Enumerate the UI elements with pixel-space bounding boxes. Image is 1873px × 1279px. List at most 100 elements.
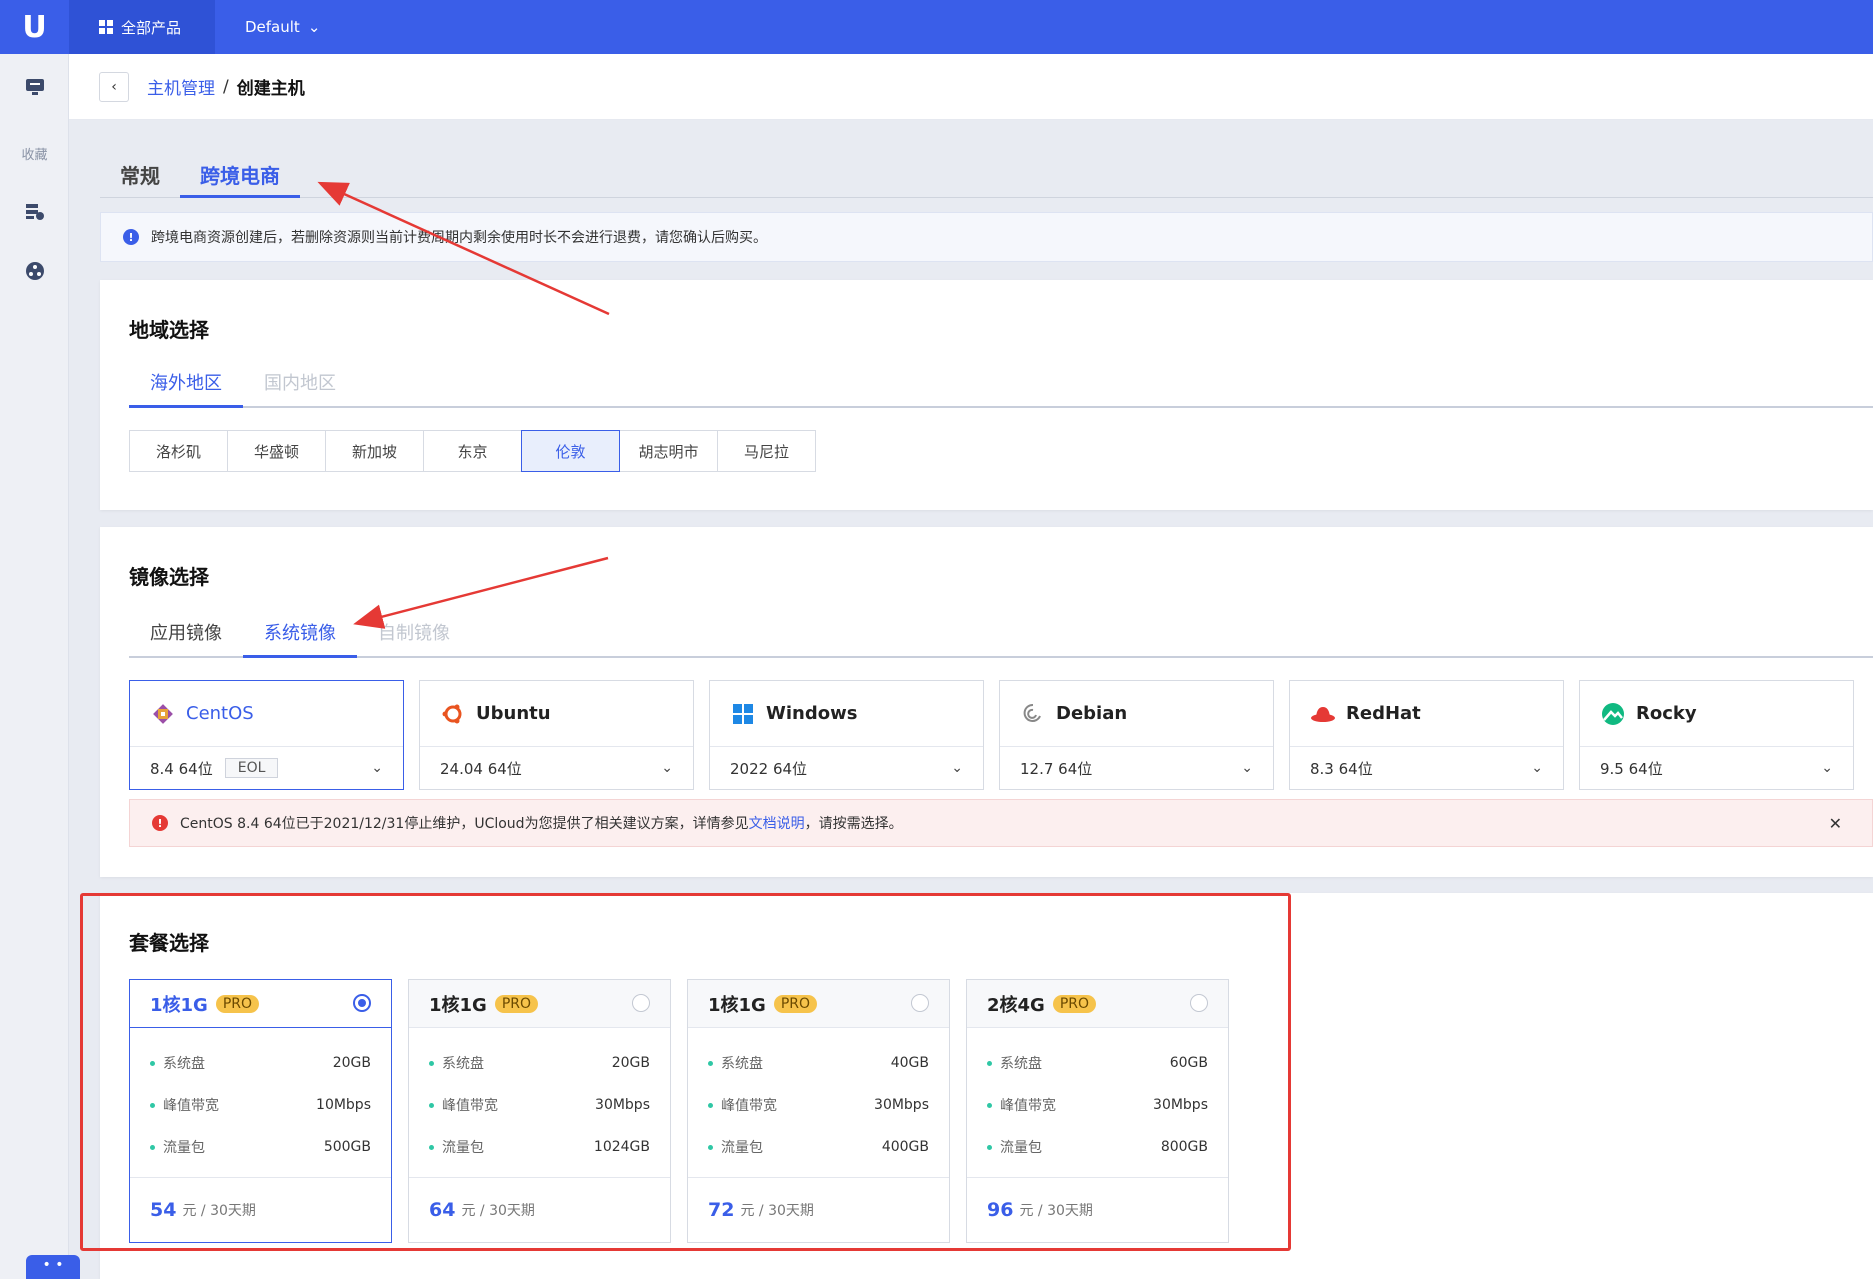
network-icon[interactable]	[24, 260, 46, 282]
image-name: Debian	[1056, 703, 1128, 724]
chevron-down-icon[interactable]: ⌄	[1821, 760, 1833, 776]
image-name: Windows	[766, 703, 858, 724]
price-unit: 元 / 30天期	[182, 1203, 256, 1219]
eol-badge: EOL	[224, 758, 279, 778]
breadcrumb-parent-link[interactable]: 主机管理	[147, 74, 215, 99]
chevron-down-icon[interactable]: ⌄	[371, 760, 383, 776]
price-unit: 元 / 30天期	[1019, 1203, 1093, 1219]
plan-radio[interactable]	[632, 994, 650, 1012]
chevron-down-icon[interactable]: ⌄	[661, 760, 673, 776]
tab-cross-border-ecommerce[interactable]: 跨境电商	[180, 152, 300, 198]
spec-label: 峰值带宽	[163, 1098, 219, 1114]
redhat-icon	[1310, 701, 1336, 727]
region-los-angeles[interactable]: 洛杉矶	[129, 430, 228, 472]
info-icon: !	[123, 229, 139, 245]
spec-label: 系统盘	[163, 1056, 205, 1072]
plan-radio[interactable]	[353, 994, 371, 1012]
spec-disk: 60GB	[1169, 1055, 1208, 1071]
spec-label: 流量包	[1000, 1140, 1042, 1156]
spec-label: 峰值带宽	[721, 1098, 777, 1114]
page-title: 创建主机	[236, 79, 305, 99]
server-cloud-icon[interactable]	[24, 200, 46, 222]
chevron-down-icon[interactable]: ⌄	[1241, 760, 1253, 776]
spec-traffic: 500GB	[323, 1139, 371, 1155]
price-unit: 元 / 30天期	[461, 1203, 535, 1219]
region-washington[interactable]: 华盛顿	[227, 430, 326, 472]
plan-name: 2核4G	[987, 994, 1045, 1016]
image-version: 2022 64位	[730, 759, 808, 778]
plan-title: 套餐选择	[129, 931, 209, 955]
image-title: 镜像选择	[129, 565, 209, 589]
close-icon[interactable]: ✕	[1829, 814, 1842, 833]
spec-disk: 40GB	[890, 1055, 929, 1071]
region-tokyo[interactable]: 东京	[423, 430, 522, 472]
ucloud-logo[interactable]: U	[0, 0, 69, 54]
plan-radio[interactable]	[1190, 994, 1208, 1012]
breadcrumb: ‹ 主机管理 / 创建主机	[69, 54, 1873, 120]
project-selector[interactable]: Default ⌄	[245, 18, 320, 36]
tab-custom-image[interactable]: 自制镜像	[357, 614, 471, 656]
image-option-debian[interactable]: Debian 12.7 64位 ⌄	[999, 680, 1274, 790]
chevron-down-icon[interactable]: ⌄	[1531, 760, 1543, 776]
spec-label: 流量包	[163, 1140, 205, 1156]
plan-name: 1核1G	[708, 994, 766, 1016]
pro-badge: PRO	[1052, 994, 1097, 1013]
centos-icon	[150, 701, 176, 727]
image-version: 9.5 64位	[1600, 759, 1663, 778]
region-london[interactable]: 伦敦	[521, 430, 620, 472]
plan-option[interactable]: 2核4G PRO 系统盘 60GB 峰值带宽 30Mbps 流量包 800GB 96 元 …	[966, 979, 1229, 1243]
region-manila[interactable]: 马尼拉	[717, 430, 816, 472]
spec-label: 峰值带宽	[1000, 1098, 1056, 1114]
region-singapore[interactable]: 新加坡	[325, 430, 424, 472]
chevron-down-icon[interactable]: ⌄	[951, 760, 963, 776]
docs-link[interactable]: 文档说明	[749, 816, 805, 832]
image-name: CentOS	[186, 703, 254, 724]
monitor-icon[interactable]	[24, 76, 46, 98]
region-ho-chi-minh[interactable]: 胡志明市	[619, 430, 718, 472]
spec-traffic: 400GB	[881, 1139, 929, 1155]
back-button[interactable]: ‹	[99, 71, 129, 102]
tab-system-image[interactable]: 系统镜像	[243, 614, 357, 658]
spec-label: 峰值带宽	[442, 1098, 498, 1114]
pro-badge: PRO	[773, 994, 818, 1013]
rocky-icon	[1600, 701, 1626, 727]
image-option-centos[interactable]: CentOS 8.4 64位 EOL ⌄	[129, 680, 404, 790]
windows-icon	[730, 701, 756, 727]
all-products-label: 全部产品	[121, 18, 182, 37]
sidebar-expand-button[interactable]: • •	[26, 1255, 80, 1279]
plan-price: 64	[429, 1199, 456, 1221]
tab-general[interactable]: 常规	[100, 152, 180, 198]
spec-disk: 20GB	[611, 1055, 650, 1071]
tab-app-image[interactable]: 应用镜像	[129, 614, 243, 656]
debian-icon	[1020, 701, 1046, 727]
image-option-windows[interactable]: Windows 2022 64位 ⌄	[709, 680, 984, 790]
plan-option[interactable]: 1核1G PRO 系统盘 20GB 峰值带宽 30Mbps 流量包 1024GB 64 元…	[408, 979, 671, 1243]
image-option-redhat[interactable]: RedHat 8.3 64位 ⌄	[1289, 680, 1564, 790]
tab-overseas[interactable]: 海外地区	[129, 364, 243, 408]
tab-domestic[interactable]: 国内地区	[243, 364, 357, 406]
spec-label: 系统盘	[1000, 1056, 1042, 1072]
warning-icon: !	[152, 815, 168, 831]
region-options: 洛杉矶 华盛顿 新加坡 东京 伦敦 胡志明市 马尼拉	[129, 430, 816, 472]
spec-bandwidth: 10Mbps	[316, 1097, 371, 1113]
spec-label: 流量包	[442, 1140, 484, 1156]
pro-badge: PRO	[215, 994, 260, 1013]
plan-option[interactable]: 1核1G PRO 系统盘 20GB 峰值带宽 10Mbps 流量包 500GB 54 元 …	[129, 979, 392, 1243]
favorites-label[interactable]: 收藏	[0, 144, 69, 163]
plan-option[interactable]: 1核1G PRO 系统盘 40GB 峰值带宽 30Mbps 流量包 400GB 72 元 …	[687, 979, 950, 1243]
price-unit: 元 / 30天期	[740, 1203, 814, 1219]
image-option-rocky[interactable]: Rocky 9.5 64位 ⌄	[1579, 680, 1854, 790]
spec-traffic: 800GB	[1160, 1139, 1208, 1155]
image-option-ubuntu[interactable]: Ubuntu 24.04 64位 ⌄	[419, 680, 694, 790]
sidebar: U 收藏 • •	[0, 0, 80, 1279]
plan-radio[interactable]	[911, 994, 929, 1012]
image-options: CentOS 8.4 64位 EOL ⌄ Ubuntu 24.04 64位 ⌄	[129, 680, 1854, 790]
spec-bandwidth: 30Mbps	[874, 1097, 929, 1113]
plan-price: 96	[987, 1199, 1014, 1221]
all-products-button[interactable]: 全部产品	[69, 0, 215, 54]
notice-text: 跨境电商资源创建后，若删除资源则当前计费周期内剩余使用时长不会进行退费，请您确认…	[151, 230, 767, 246]
product-type-tabs: 常规 跨境电商	[100, 152, 1873, 198]
spec-bandwidth: 30Mbps	[1153, 1097, 1208, 1113]
plan-name: 1核1G	[150, 994, 208, 1016]
eol-warning: ! CentOS 8.4 64位已于2021/12/31停止维护，UCloud为…	[129, 799, 1873, 847]
